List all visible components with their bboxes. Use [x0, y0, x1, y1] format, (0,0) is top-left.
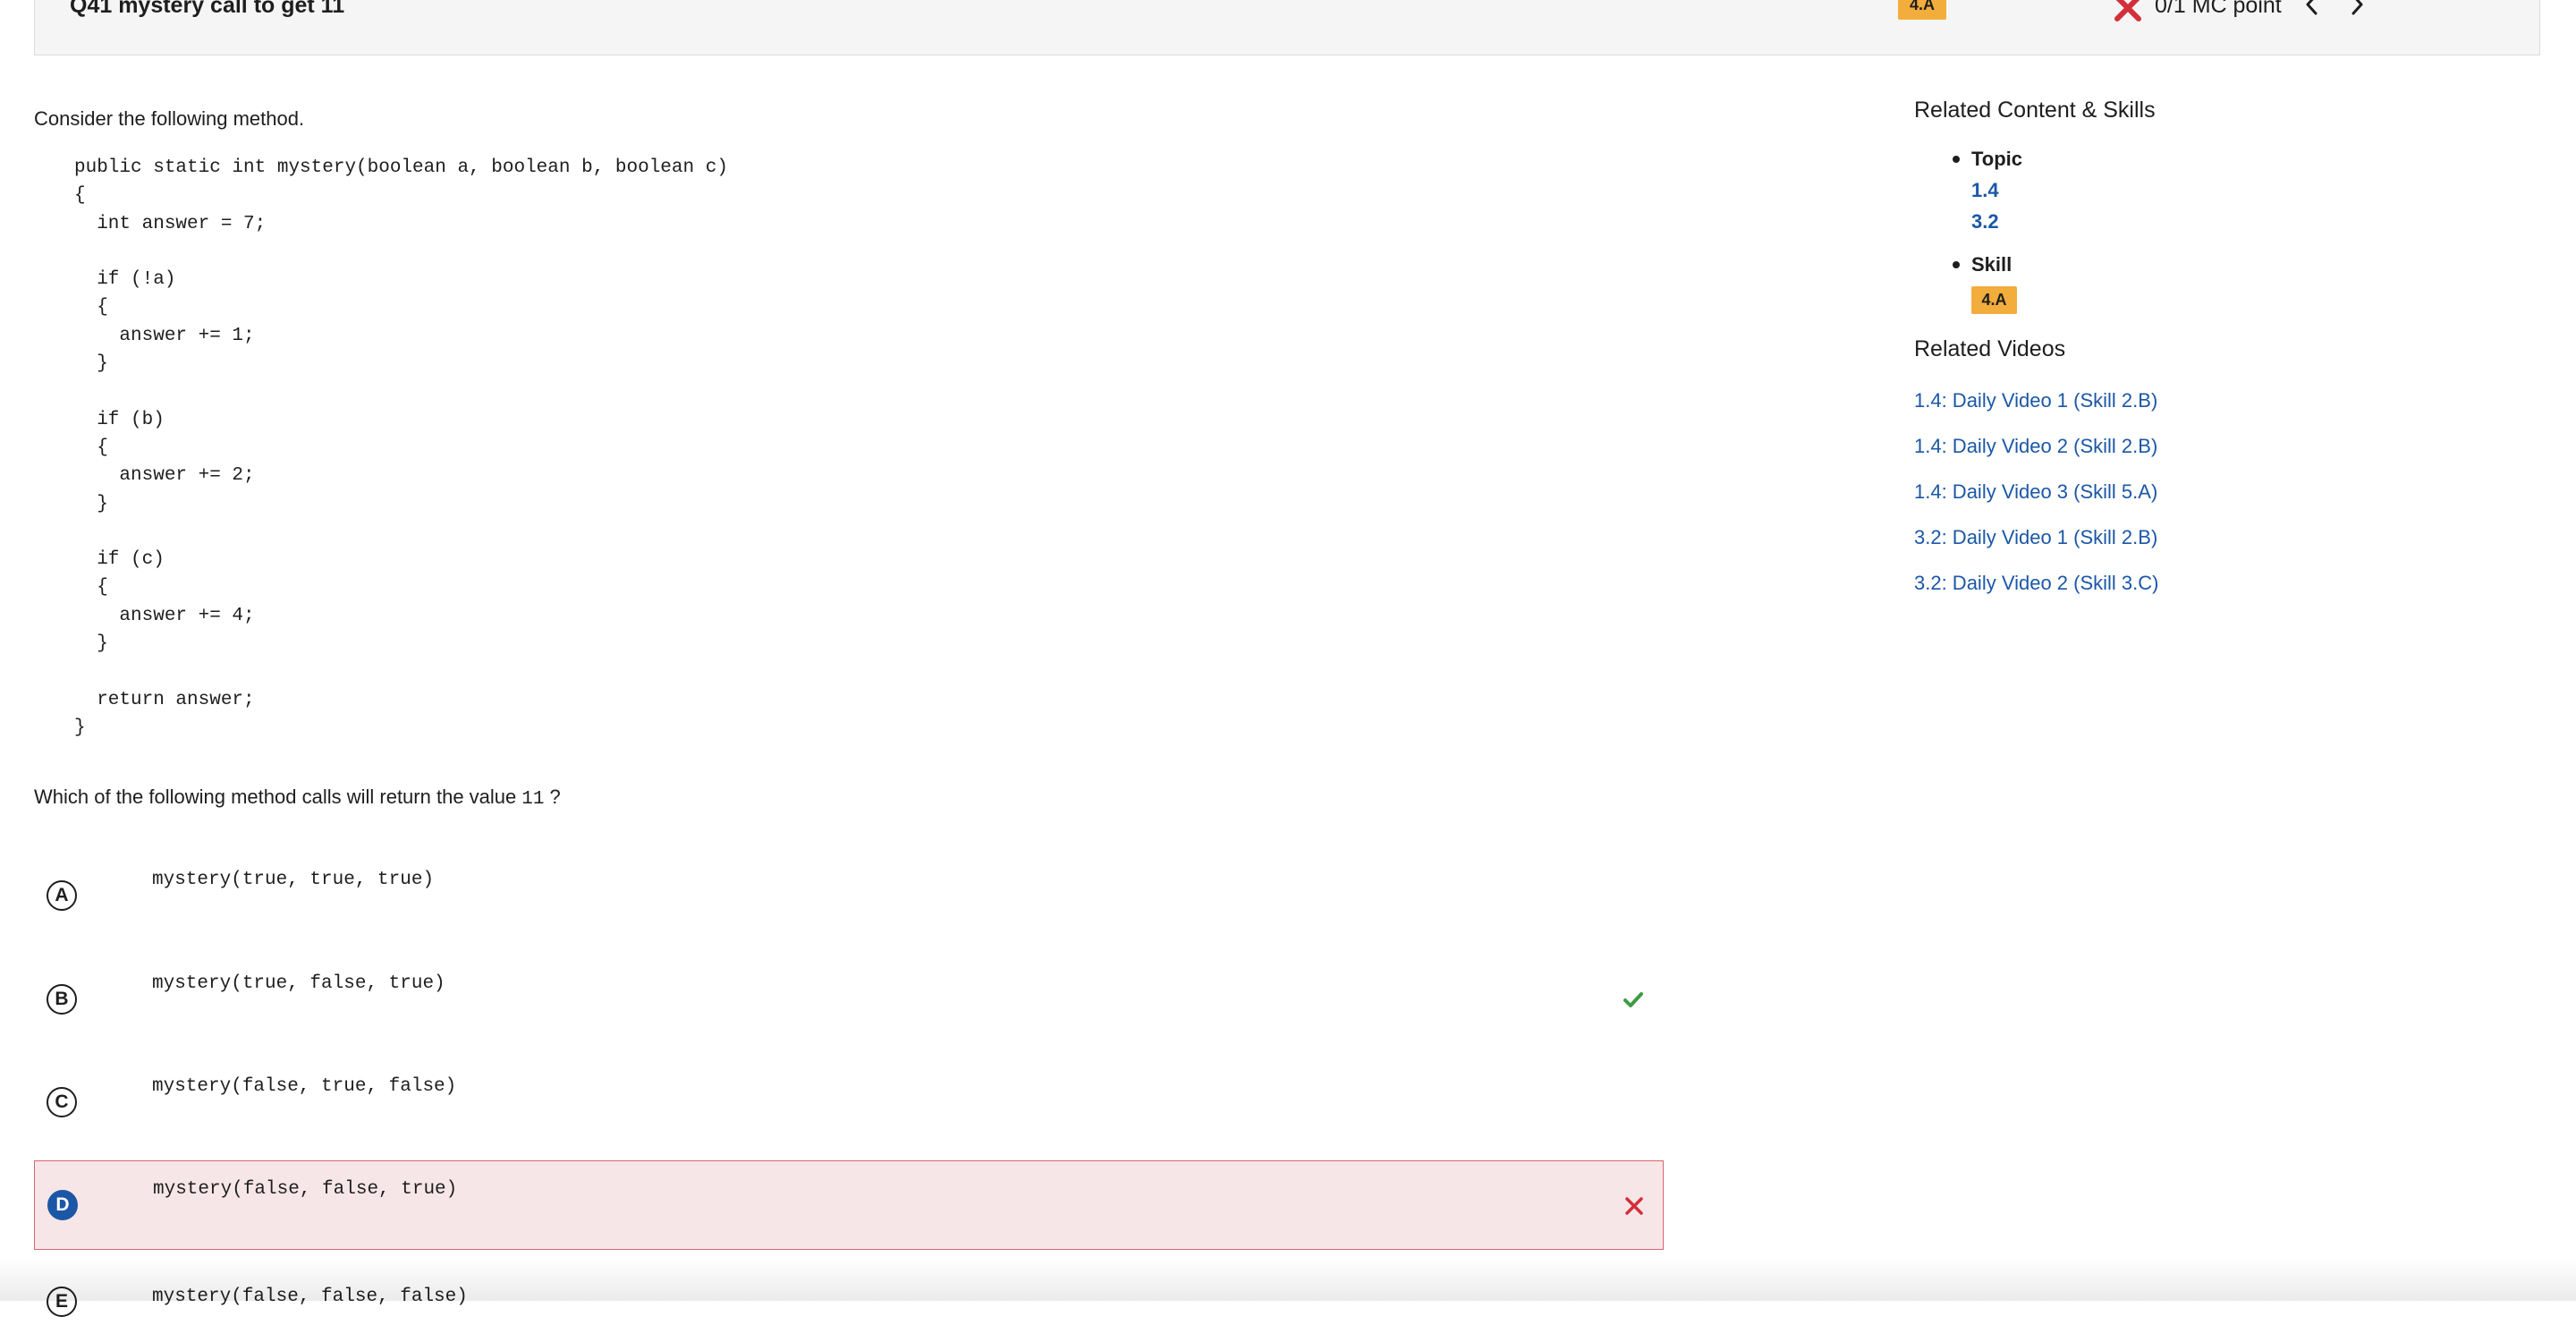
video-link[interactable]: 3.2: Daily Video 2 (Skill 3.C): [1914, 572, 2159, 595]
answer-option-d[interactable]: D mystery(false, false, true): [34, 1160, 1664, 1250]
option-letter: B: [47, 984, 77, 1015]
sidebar-skill-badge[interactable]: 4.A: [1971, 286, 2017, 314]
option-letter: A: [47, 880, 77, 911]
answer-option-a[interactable]: A mystery(true, true, true): [34, 852, 1664, 941]
video-link[interactable]: 3.2: Daily Video 1 (Skill 2.B): [1914, 526, 2157, 549]
option-code: mystery(true, false, true): [152, 973, 445, 994]
option-code: mystery(true, true, true): [152, 870, 435, 890]
related-videos-heading: Related Videos: [1914, 336, 2066, 361]
bullet: [1953, 261, 1960, 268]
option-code: mystery(false, true, false): [152, 1076, 457, 1097]
topic-label: Topic: [1971, 148, 2023, 170]
correct-check-icon: [1623, 992, 1643, 1007]
video-link[interactable]: 1.4: Daily Video 2 (Skill 2.B): [1914, 435, 2157, 458]
score-text: 0/1 MC point: [2155, 0, 2282, 18]
option-letter: C: [47, 1087, 77, 1117]
option-code: mystery(false, false, true): [153, 1179, 458, 1200]
answer-option-c[interactable]: C mystery(false, true, false): [34, 1058, 1664, 1148]
question-title: Q41 mystery call to get 11: [70, 0, 345, 18]
question-prompt: Which of the following method calls will…: [34, 786, 561, 810]
question-intro: Consider the following method.: [34, 107, 305, 130]
topic-link-3-2[interactable]: 3.2: [1971, 210, 1999, 234]
skill-badge: 4.A: [1898, 0, 1946, 20]
video-link[interactable]: 1.4: Daily Video 1 (Skill 2.B): [1914, 389, 2157, 412]
code-block: public static int mystery(boolean a, boo…: [74, 157, 728, 738]
prompt-end: ?: [549, 786, 561, 808]
chevron-right-icon[interactable]: [2343, 0, 2370, 18]
incorrect-x-icon: [2114, 0, 2141, 21]
option-letter: D: [47, 1190, 78, 1220]
incorrect-x-icon: [1625, 1197, 1643, 1215]
answer-option-b[interactable]: B mystery(true, false, true): [34, 956, 1664, 1045]
scroll-shadow: [0, 1257, 2576, 1301]
video-link[interactable]: 1.4: Daily Video 3 (Skill 5.A): [1914, 480, 2157, 504]
skill-label: Skill: [1971, 253, 2012, 276]
chevron-left-icon[interactable]: [2299, 0, 2326, 18]
bullet: [1953, 156, 1960, 163]
topic-link-1-4[interactable]: 1.4: [1971, 179, 1999, 202]
prompt-value: 11: [521, 789, 545, 810]
prompt-text: Which of the following method calls will…: [34, 786, 517, 808]
related-content-heading: Related Content & Skills: [1914, 98, 2156, 123]
